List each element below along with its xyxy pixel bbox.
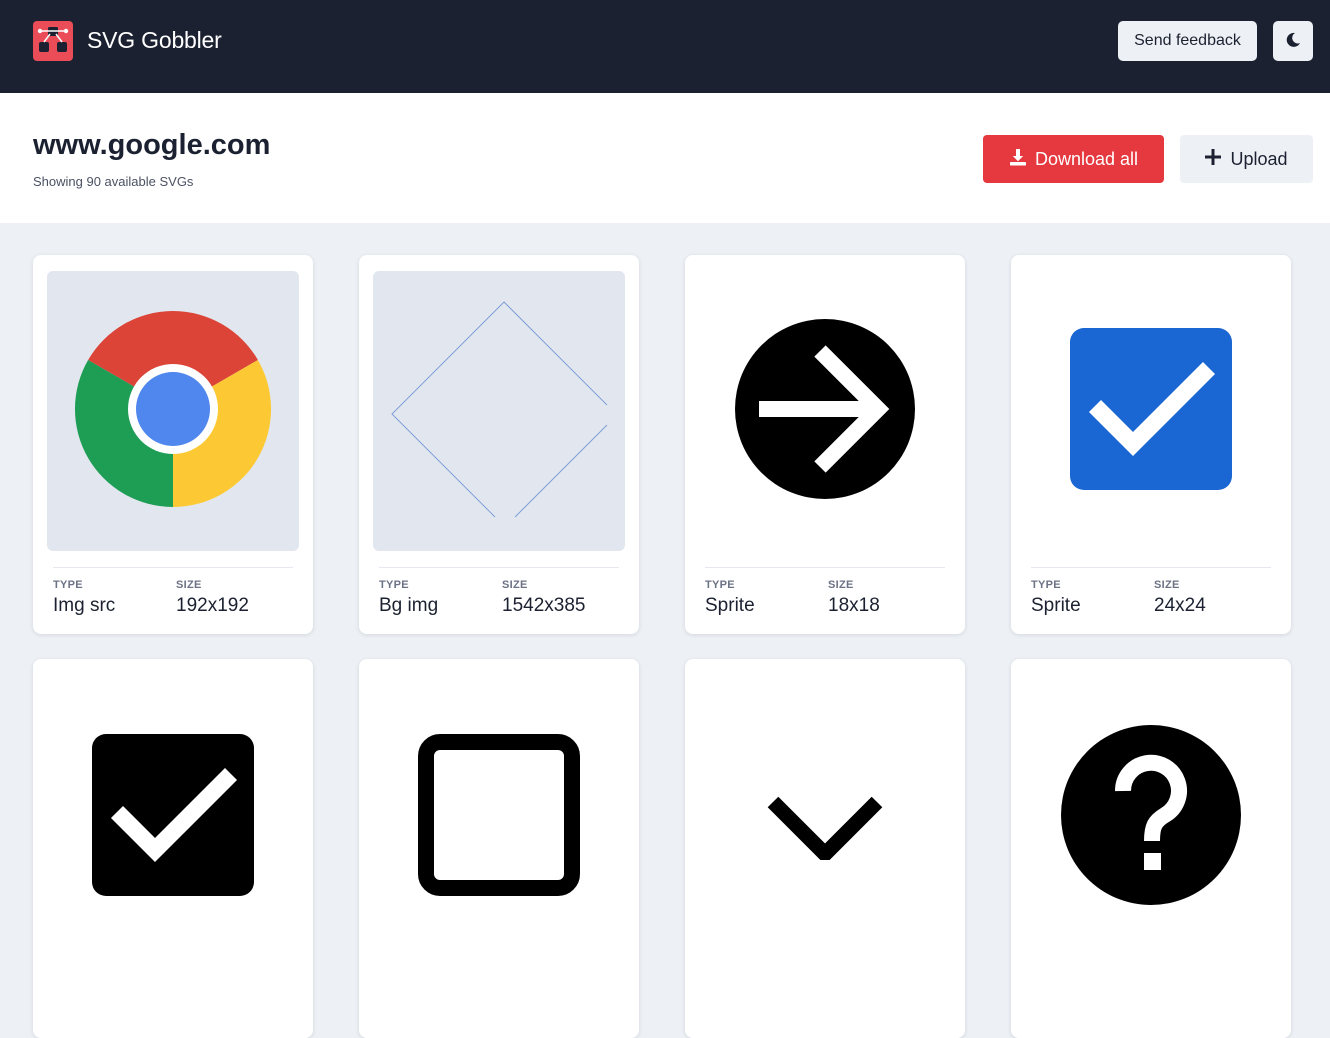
svg-preview	[1025, 271, 1277, 551]
svg-card[interactable]	[685, 659, 965, 1038]
size-column: SIZE 24x24	[1154, 579, 1206, 617]
theme-toggle-button[interactable]	[1273, 21, 1313, 61]
arrow-circle-right-icon	[735, 318, 915, 504]
type-label: TYPE	[705, 579, 735, 591]
size-value: 1542x385	[502, 595, 586, 616]
moon-icon	[1284, 31, 1302, 52]
chevron-down-icon	[765, 790, 885, 865]
type-value: Img src	[53, 595, 116, 616]
size-label: SIZE	[828, 579, 854, 591]
type-value: Bg img	[379, 595, 439, 616]
top-bar: SVG Gobbler Send feedback	[0, 0, 1330, 93]
svg-preview	[373, 271, 625, 551]
svg-card[interactable]: TYPE Bg img SIZE 1542x385	[359, 255, 639, 634]
svg-card[interactable]: TYPE Img src SIZE 192x192	[33, 255, 313, 634]
app-title: SVG Gobbler	[87, 27, 222, 53]
blue-checkbox-icon	[1070, 327, 1232, 495]
svg-meta: TYPE Bg img SIZE 1542x385	[379, 567, 619, 616]
size-label: SIZE	[176, 579, 202, 591]
size-label: SIZE	[502, 579, 528, 591]
svg-preview	[1025, 675, 1277, 955]
type-column: TYPE Sprite	[705, 579, 755, 617]
type-label: TYPE	[1031, 579, 1061, 591]
chrome-logo-icon	[73, 309, 273, 514]
type-column: TYPE Bg img	[379, 579, 438, 617]
size-value: 24x24	[1154, 595, 1206, 616]
svg-preview	[699, 271, 951, 551]
page-header: www.google.com Showing 90 available SVGs…	[0, 93, 1330, 223]
size-value: 192x192	[176, 595, 249, 616]
size-label: SIZE	[1154, 579, 1180, 591]
type-label: TYPE	[379, 579, 409, 591]
diamond-outline-icon	[373, 269, 625, 554]
svg-gobbler-logo-icon[interactable]	[33, 21, 73, 61]
size-value: 18x18	[828, 595, 880, 616]
type-value: Sprite	[705, 595, 755, 616]
black-checkbox-icon	[92, 734, 254, 901]
svg-card[interactable]	[33, 659, 313, 1038]
svg-preview	[373, 675, 625, 955]
size-column: SIZE 192x192	[176, 579, 249, 617]
svg-meta: TYPE Sprite SIZE 24x24	[1031, 567, 1271, 616]
help-circle-icon	[1061, 725, 1241, 910]
svg-card[interactable]	[359, 659, 639, 1038]
type-column: TYPE Img src	[53, 579, 115, 617]
size-column: SIZE 18x18	[828, 579, 880, 617]
svg-meta: TYPE Sprite SIZE 18x18	[705, 567, 945, 616]
type-column: TYPE Sprite	[1031, 579, 1081, 617]
svg-preview	[47, 675, 299, 955]
svg-meta: TYPE Img src SIZE 192x192	[53, 567, 293, 616]
svg-preview	[699, 675, 951, 955]
square-outline-icon	[418, 734, 580, 901]
download-all-button[interactable]: Download all	[983, 135, 1164, 183]
page-title: www.google.com	[33, 129, 271, 161]
type-label: TYPE	[53, 579, 83, 591]
upload-button[interactable]: Upload	[1180, 135, 1313, 183]
type-value: Sprite	[1031, 595, 1081, 616]
svg-card[interactable]: TYPE Sprite SIZE 24x24	[1011, 255, 1291, 634]
upload-label: Upload	[1230, 148, 1288, 169]
svg-count-text: Showing 90 available SVGs	[33, 174, 194, 189]
svg-card[interactable]	[1011, 659, 1291, 1038]
svg-preview	[47, 271, 299, 551]
svg-card[interactable]: TYPE Sprite SIZE 18x18	[685, 255, 965, 634]
download-icon	[1009, 148, 1027, 171]
download-all-label: Download all	[1034, 148, 1139, 169]
send-feedback-button[interactable]: Send feedback	[1118, 21, 1257, 61]
plus-icon	[1205, 148, 1222, 170]
size-column: SIZE 1542x385	[502, 579, 585, 617]
